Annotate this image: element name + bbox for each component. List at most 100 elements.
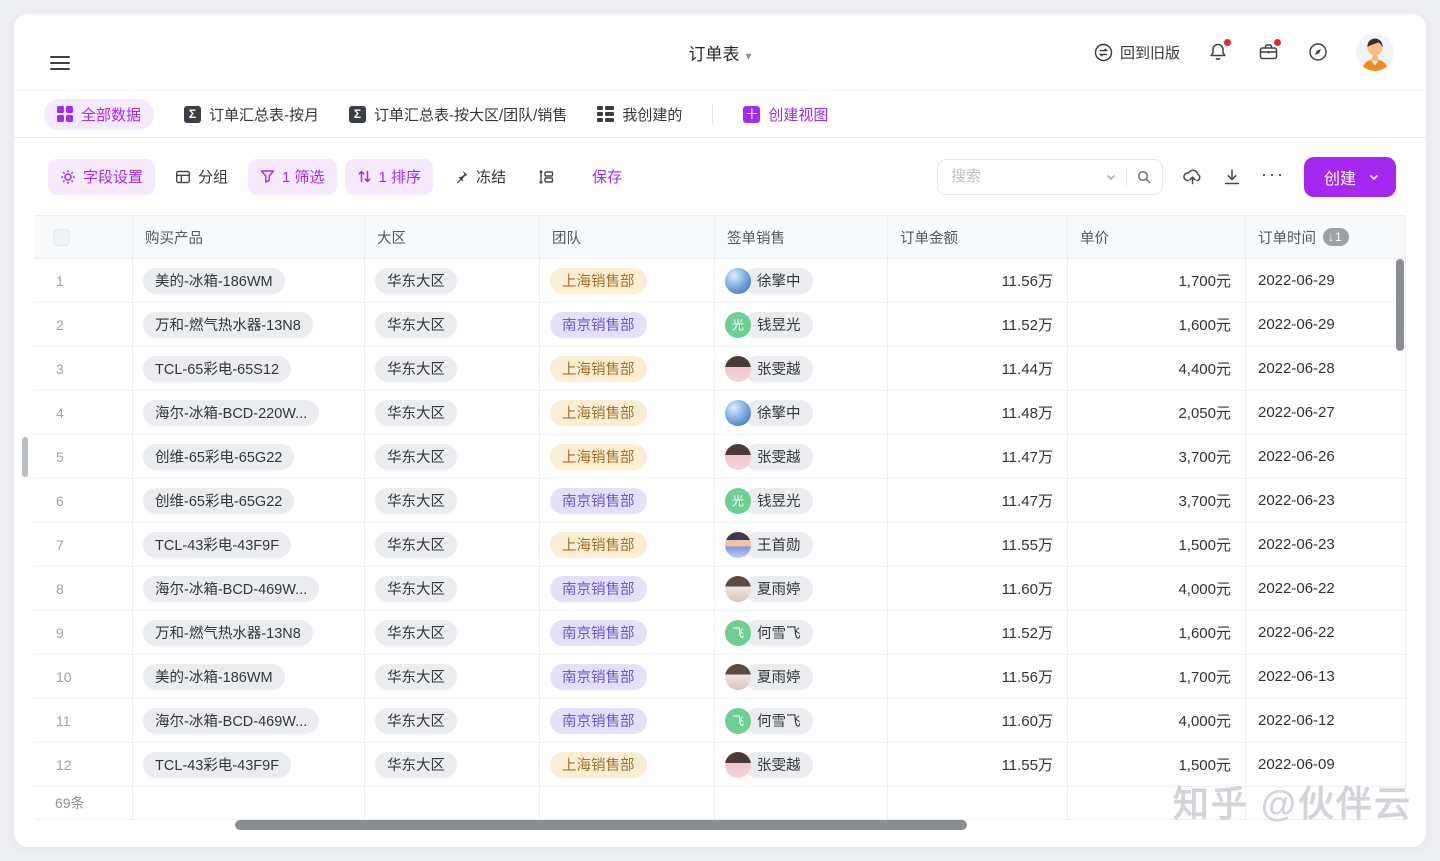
view-tab-summary-month[interactable]: Σ 订单汇总表-按月	[184, 104, 319, 125]
header-amount[interactable]: 订单金额	[888, 216, 1068, 258]
region-cell[interactable]: 华东大区	[365, 303, 540, 346]
team-cell[interactable]: 上海销售部	[540, 259, 715, 302]
salesperson-cell[interactable]: 徐擎中	[715, 391, 888, 434]
date-cell[interactable]: 2022-06-22	[1246, 567, 1406, 610]
region-cell[interactable]: 华东大区	[365, 435, 540, 478]
salesperson-cell[interactable]: 徐擎中	[715, 259, 888, 302]
header-salesperson[interactable]: 签单销售	[715, 216, 888, 258]
row-number-cell[interactable]: 7	[34, 523, 133, 566]
table-row[interactable]: 2 万和-燃气热水器-13N8 华东大区 南京销售部 光 钱昱光 11.52万 …	[34, 303, 1406, 347]
salesperson-cell[interactable]: 飞 何雪飞	[715, 699, 888, 742]
salesperson-cell[interactable]: 张雯越	[715, 435, 888, 478]
product-cell[interactable]: TCL-65彩电-65S12	[133, 347, 365, 390]
product-cell[interactable]: 创维-65彩电-65G22	[133, 479, 365, 522]
save-button[interactable]: 保存	[580, 159, 634, 195]
date-cell[interactable]: 2022-06-27	[1246, 391, 1406, 434]
amount-cell[interactable]: 11.47万	[888, 435, 1068, 478]
inbox-briefcase-icon[interactable]	[1256, 40, 1280, 64]
row-number-cell[interactable]: 9	[34, 611, 133, 654]
price-cell[interactable]: 1,700元	[1068, 259, 1246, 302]
product-cell[interactable]: TCL-43彩电-43F9F	[133, 523, 365, 566]
table-row[interactable]: 11 海尔-冰箱-BCD-469W... 华东大区 南京销售部 飞 何雪飞 11…	[34, 699, 1406, 743]
row-height-button[interactable]	[526, 159, 566, 195]
product-cell[interactable]: 海尔-冰箱-BCD-220W...	[133, 391, 365, 434]
search-icon[interactable]	[1136, 169, 1152, 185]
team-cell[interactable]: 上海销售部	[540, 435, 715, 478]
region-cell[interactable]: 华东大区	[365, 259, 540, 302]
region-cell[interactable]: 华东大区	[365, 479, 540, 522]
team-cell[interactable]: 南京销售部	[540, 479, 715, 522]
select-all-checkbox[interactable]	[53, 229, 70, 246]
table-row[interactable]: 10 美的-冰箱-186WM 华东大区 南京销售部 夏雨婷 11.56万 1,7…	[34, 655, 1406, 699]
notifications-bell-icon[interactable]	[1206, 40, 1230, 64]
amount-cell[interactable]: 11.60万	[888, 567, 1068, 610]
date-cell[interactable]: 2022-06-09	[1246, 743, 1406, 786]
header-price[interactable]: 单价	[1068, 216, 1246, 258]
region-cell[interactable]: 华东大区	[365, 567, 540, 610]
product-cell[interactable]: TCL-43彩电-43F9F	[133, 743, 365, 786]
download-icon[interactable]	[1222, 167, 1242, 187]
header-date[interactable]: 订单时间 ↓1	[1246, 216, 1406, 258]
price-cell[interactable]: 4,000元	[1068, 567, 1246, 610]
salesperson-cell[interactable]: 王首勋	[715, 523, 888, 566]
date-cell[interactable]: 2022-06-26	[1246, 435, 1406, 478]
field-settings-button[interactable]: 字段设置	[48, 159, 155, 195]
salesperson-cell[interactable]: 张雯越	[715, 347, 888, 390]
team-cell[interactable]: 上海销售部	[540, 391, 715, 434]
price-cell[interactable]: 1,600元	[1068, 611, 1246, 654]
product-cell[interactable]: 美的-冰箱-186WM	[133, 259, 365, 302]
table-row[interactable]: 8 海尔-冰箱-BCD-469W... 华东大区 南京销售部 夏雨婷 11.60…	[34, 567, 1406, 611]
price-cell[interactable]: 2,050元	[1068, 391, 1246, 434]
row-number-cell[interactable]: 4	[34, 391, 133, 434]
amount-cell[interactable]: 11.56万	[888, 655, 1068, 698]
amount-cell[interactable]: 11.55万	[888, 523, 1068, 566]
view-tab-all-data[interactable]: 全部数据	[44, 99, 154, 130]
region-cell[interactable]: 华东大区	[365, 523, 540, 566]
product-cell[interactable]: 海尔-冰箱-BCD-469W...	[133, 699, 365, 742]
date-cell[interactable]: 2022-06-28	[1246, 347, 1406, 390]
header-region[interactable]: 大区	[365, 216, 540, 258]
table-row[interactable]: 1 美的-冰箱-186WM 华东大区 上海销售部 徐擎中 11.56万 1,70…	[34, 259, 1406, 303]
date-cell[interactable]: 2022-06-23	[1246, 479, 1406, 522]
team-cell[interactable]: 南京销售部	[540, 303, 715, 346]
search-box[interactable]	[937, 159, 1163, 195]
date-cell[interactable]: 2022-06-23	[1246, 523, 1406, 566]
more-options-icon[interactable]: ···	[1261, 165, 1285, 189]
salesperson-cell[interactable]: 夏雨婷	[715, 655, 888, 698]
region-cell[interactable]: 华东大区	[365, 611, 540, 654]
salesperson-cell[interactable]: 光 钱昱光	[715, 303, 888, 346]
team-cell[interactable]: 上海销售部	[540, 523, 715, 566]
table-row[interactable]: 7 TCL-43彩电-43F9F 华东大区 上海销售部 王首勋 11.55万 1…	[34, 523, 1406, 567]
salesperson-cell[interactable]: 光 钱昱光	[715, 479, 888, 522]
team-cell[interactable]: 南京销售部	[540, 567, 715, 610]
team-cell[interactable]: 南京销售部	[540, 655, 715, 698]
explore-compass-icon[interactable]	[1306, 40, 1330, 64]
amount-cell[interactable]: 11.56万	[888, 259, 1068, 302]
amount-cell[interactable]: 11.60万	[888, 699, 1068, 742]
freeze-button[interactable]: 冻结	[441, 159, 518, 195]
product-cell[interactable]: 海尔-冰箱-BCD-469W...	[133, 567, 365, 610]
region-cell[interactable]: 华东大区	[365, 347, 540, 390]
row-number-cell[interactable]: 11	[34, 699, 133, 742]
salesperson-cell[interactable]: 飞 何雪飞	[715, 611, 888, 654]
row-number-cell[interactable]: 10	[34, 655, 133, 698]
row-number-cell[interactable]: 5	[34, 435, 133, 478]
upload-cloud-icon[interactable]	[1182, 167, 1203, 187]
table-row[interactable]: 9 万和-燃气热水器-13N8 华东大区 南京销售部 飞 何雪飞 11.52万 …	[34, 611, 1406, 655]
price-cell[interactable]: 1,700元	[1068, 655, 1246, 698]
region-cell[interactable]: 华东大区	[365, 655, 540, 698]
team-cell[interactable]: 南京销售部	[540, 699, 715, 742]
product-cell[interactable]: 万和-燃气热水器-13N8	[133, 303, 365, 346]
table-row[interactable]: 12 TCL-43彩电-43F9F 华东大区 上海销售部 张雯越 11.55万 …	[34, 743, 1406, 787]
date-cell[interactable]: 2022-06-22	[1246, 611, 1406, 654]
price-cell[interactable]: 3,700元	[1068, 435, 1246, 478]
salesperson-cell[interactable]: 张雯越	[715, 743, 888, 786]
create-view-button[interactable]: ＋ 创建视图	[743, 104, 828, 125]
date-cell[interactable]: 2022-06-12	[1246, 699, 1406, 742]
price-cell[interactable]: 1,500元	[1068, 743, 1246, 786]
vertical-scrollbar[interactable]	[1396, 259, 1404, 351]
search-scope-chevron-icon[interactable]	[1105, 171, 1117, 183]
row-number-cell[interactable]: 12	[34, 743, 133, 786]
price-cell[interactable]: 4,000元	[1068, 699, 1246, 742]
date-cell[interactable]: 2022-06-29	[1246, 259, 1406, 302]
